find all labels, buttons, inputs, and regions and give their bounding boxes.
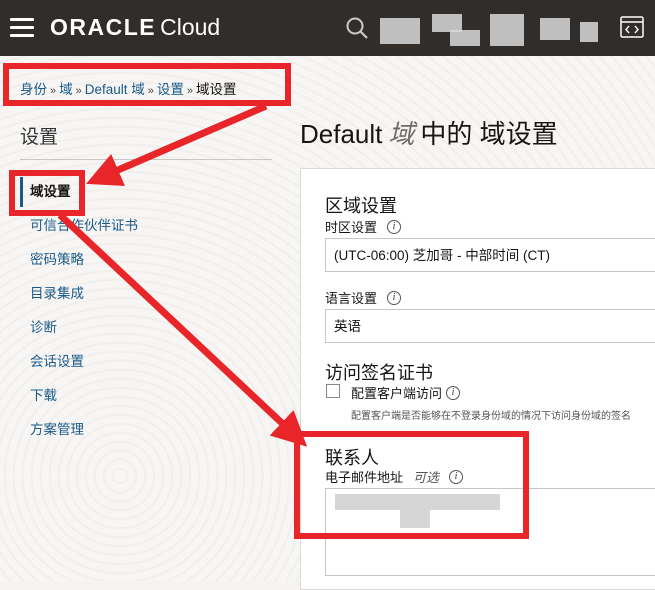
page-title: Default 域中的 域设置 <box>300 114 558 151</box>
highlight-domain-settings <box>9 170 85 216</box>
redacted-region <box>540 18 570 40</box>
brand-cloud: Cloud <box>160 14 221 40</box>
client-access-checkbox[interactable] <box>326 384 340 398</box>
sidebar-item-schema-management[interactable]: 方案管理 <box>20 413 138 447</box>
language-select[interactable]: 英语 <box>325 309 655 343</box>
sidebar-item-password-policy[interactable]: 密码策略 <box>20 243 138 277</box>
brand-oracle: ORACLE <box>50 14 157 40</box>
sidebar-item-directory-integrations[interactable]: 目录集成 <box>20 277 138 311</box>
redacted-region <box>450 30 480 46</box>
sidebar-item-diagnostics[interactable]: 诊断 <box>20 311 138 345</box>
info-icon[interactable]: i <box>387 219 402 234</box>
client-access-help-text: 配置客户端是否能够在不登录身份域的情况下访问身份域的签名 <box>351 411 631 422</box>
code-window-icon[interactable] <box>620 16 644 38</box>
redacted-region <box>490 14 524 46</box>
menu-icon[interactable] <box>10 18 34 38</box>
client-access-label: 配置客户端访问 i <box>351 383 461 402</box>
timezone-label: 时区设置 i <box>325 217 402 236</box>
page-title-prefix: Default <box>300 119 383 149</box>
access-signing-certificate-heading: 访问签名证书 <box>325 363 433 383</box>
redacted-region <box>580 22 598 42</box>
sidebar-divider <box>20 159 272 160</box>
language-label: 语言设置 i <box>325 288 402 307</box>
sidebar-title: 设置 <box>20 127 59 148</box>
search-icon[interactable] <box>345 16 369 40</box>
page-title-suffix: 中的 域设置 <box>420 119 558 149</box>
client-access-label-text: 配置客户端访问 <box>351 386 443 401</box>
top-navigation-bar: ORACLE Cloud <box>0 0 655 56</box>
timezone-label-text: 时区设置 <box>325 220 378 235</box>
info-icon[interactable]: i <box>446 385 461 400</box>
language-label-text: 语言设置 <box>325 291 378 306</box>
timezone-select[interactable]: (UTC-06:00) 芝加哥 - 中部时间 (CT) <box>325 238 655 272</box>
sidebar-item-downloads[interactable]: 下载 <box>20 379 138 413</box>
highlight-breadcrumb <box>3 63 291 106</box>
page-title-domain: 域 <box>388 119 415 149</box>
region-settings-heading: 区域设置 <box>325 196 397 216</box>
sidebar-item-session-settings[interactable]: 会话设置 <box>20 345 138 379</box>
oracle-cloud-logo[interactable]: ORACLE Cloud <box>50 14 220 41</box>
highlight-contact-section <box>294 431 529 539</box>
redacted-region <box>380 18 420 44</box>
info-icon[interactable]: i <box>387 290 402 305</box>
